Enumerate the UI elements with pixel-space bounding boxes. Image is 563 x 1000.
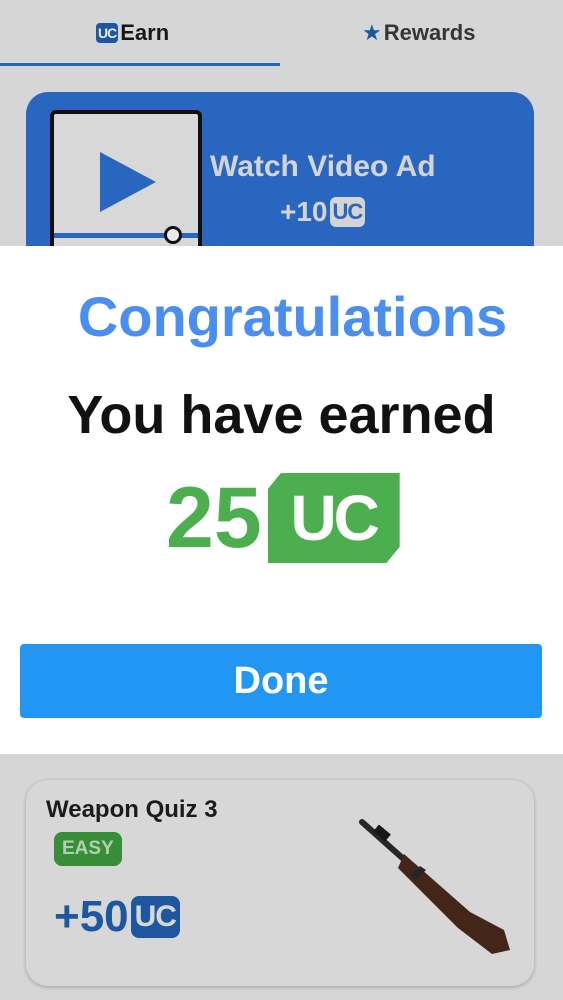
earned-amount: 25 UC xyxy=(166,472,400,564)
dialog-title: Congratulations xyxy=(77,285,508,348)
reward-dialog: Congratulations You have earned 25 UC Do… xyxy=(0,246,563,754)
dialog-subtitle: You have earned xyxy=(67,385,496,445)
uc-logo-icon: UC xyxy=(267,473,400,563)
done-button[interactable]: Done xyxy=(20,644,542,718)
earned-amount-value: 25 xyxy=(166,470,262,566)
